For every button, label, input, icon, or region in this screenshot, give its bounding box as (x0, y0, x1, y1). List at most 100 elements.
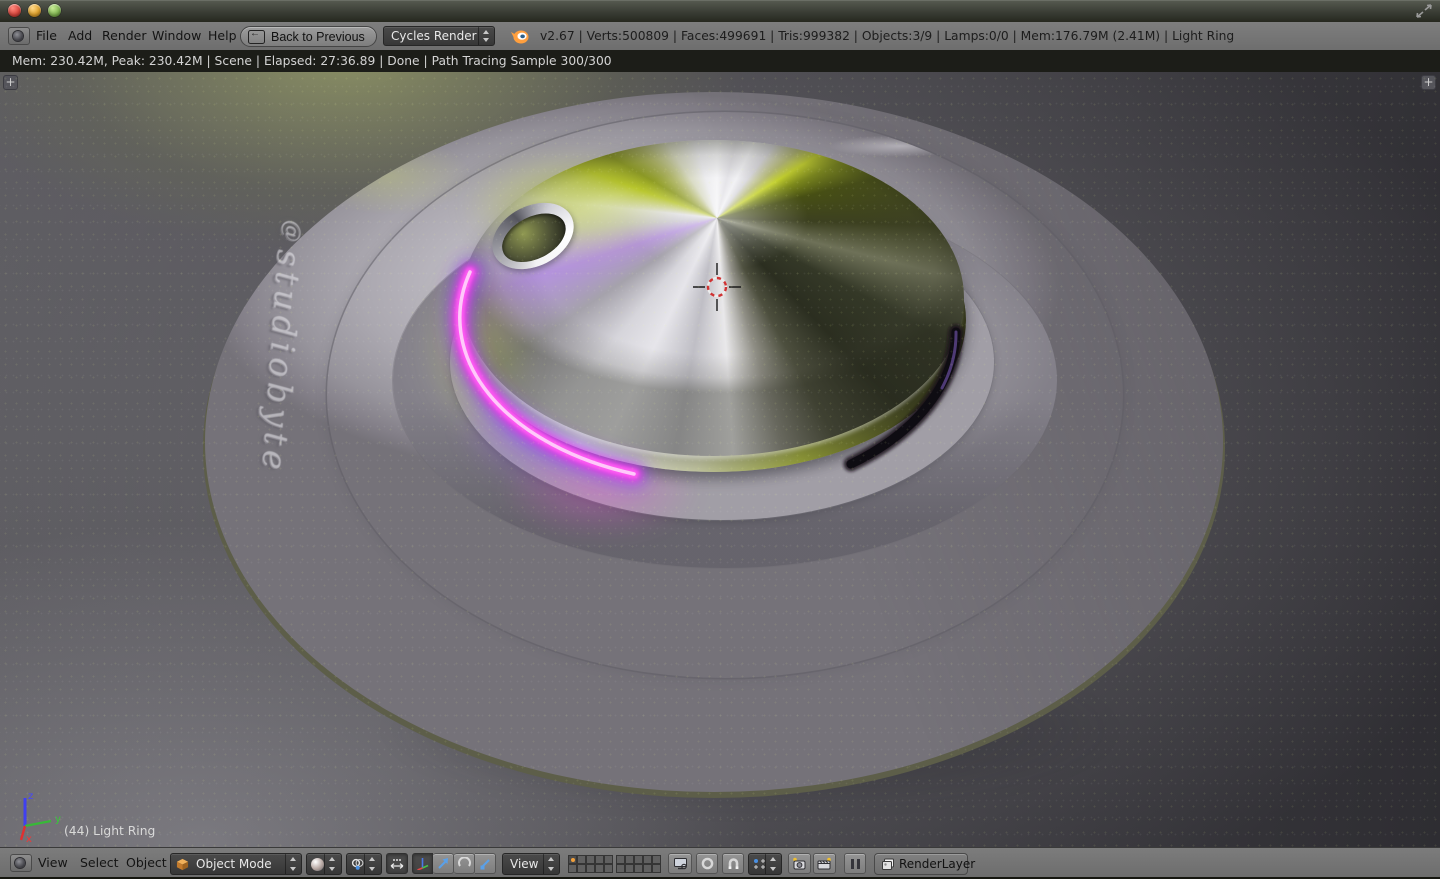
layer-cell[interactable] (634, 855, 643, 864)
orientation-value: View (503, 857, 543, 871)
minimize-window-button[interactable] (28, 4, 41, 17)
manipulator-toggle[interactable] (412, 853, 433, 874)
snap-element-select[interactable] (748, 853, 782, 875)
menu-help[interactable]: Help (208, 22, 237, 50)
close-window-button[interactable] (8, 4, 21, 17)
menu-window[interactable]: Window (152, 22, 201, 50)
region-expand-button-left[interactable]: + (3, 75, 18, 90)
viewport-editor-type-selector[interactable] (10, 854, 32, 872)
render-layer-select[interactable]: RenderLayer (874, 853, 968, 875)
active-object-label: (44) Light Ring (64, 824, 155, 838)
pivot-icon (351, 858, 364, 871)
render-status-bar: Mem: 230.42M, Peak: 230.42M | Scene | El… (0, 50, 1440, 72)
snap-element-icon (753, 858, 765, 870)
layer-cell[interactable] (625, 864, 634, 873)
clapperboard-icon (817, 857, 832, 870)
layer-cell[interactable] (604, 864, 613, 873)
translate-manipulator-button[interactable] (433, 853, 454, 874)
engine-select-arrows-icon (478, 27, 494, 45)
snap-element-arrows-icon (765, 854, 781, 874)
scale-arrow-icon (479, 857, 492, 870)
menu-file[interactable]: File (36, 22, 57, 50)
layer-cell[interactable] (604, 855, 613, 864)
layers-group-2 (616, 855, 661, 873)
layer-cell[interactable] (595, 855, 604, 864)
back-icon (248, 30, 265, 44)
proportional-circle-icon (701, 857, 714, 870)
snap-toggle[interactable] (722, 853, 744, 874)
render-layer-icon (881, 858, 895, 871)
layer-cell[interactable] (568, 864, 577, 873)
render-engine-value: Cycles Render (384, 29, 478, 43)
mode-select[interactable]: Object Mode (170, 853, 302, 875)
menu-add[interactable]: Add (68, 22, 92, 50)
back-to-previous-label: Back to Previous (271, 30, 365, 44)
viewport-header: View Select Object Object Mode (0, 847, 1440, 879)
layer-cell[interactable] (577, 864, 586, 873)
axis-x-label: x (26, 834, 32, 844)
object-mode-cube-icon (176, 858, 189, 871)
shading-sphere-icon (311, 858, 324, 871)
layer-cell[interactable] (586, 855, 595, 864)
zoom-window-button[interactable] (48, 4, 61, 17)
menu-select[interactable]: Select (80, 848, 119, 877)
render-pause-button[interactable] (844, 853, 866, 874)
axis-gizmo: z y x (10, 788, 66, 844)
center-points-icon (390, 858, 404, 870)
fullscreen-icon[interactable] (1414, 3, 1434, 19)
translate-arrow-icon (437, 857, 450, 870)
layer-cell[interactable] (643, 855, 652, 864)
layer-cell[interactable] (625, 855, 634, 864)
menu-render[interactable]: Render (102, 22, 147, 50)
orientation-arrows-icon (543, 854, 559, 874)
viewport-3d[interactable]: @studiobyte (0, 72, 1440, 847)
mode-select-arrows-icon (285, 854, 301, 874)
3dview-editor-icon (15, 858, 25, 868)
lock-to-scene-toggle[interactable] (668, 853, 692, 874)
render-status-text: Mem: 230.42M, Peak: 230.42M | Scene | El… (12, 54, 612, 68)
manipulate-center-points-toggle[interactable] (386, 853, 408, 874)
layer-cell[interactable] (577, 855, 586, 864)
mode-value: Object Mode (189, 857, 285, 871)
axis-tripod-icon (416, 857, 429, 870)
region-expand-button-right[interactable]: + (1421, 75, 1436, 90)
back-to-previous-button[interactable]: Back to Previous (240, 26, 377, 47)
layer-cell[interactable] (634, 864, 643, 873)
layer-cell[interactable] (652, 864, 661, 873)
brand-logo-glyph: @ (278, 220, 304, 244)
render-engine-select[interactable]: Cycles Render (383, 26, 495, 46)
menu-view[interactable]: View (38, 848, 68, 877)
proportional-edit-toggle[interactable] (696, 853, 718, 874)
transform-orientation-select[interactable]: View (502, 853, 560, 875)
info-header: File Add Render Window Help Back to Prev… (0, 22, 1440, 51)
info-editor-icon (13, 31, 23, 41)
window-titlebar[interactable] (0, 0, 1440, 22)
layer-cell[interactable] (652, 855, 661, 864)
menu-object[interactable]: Object (126, 848, 167, 877)
axis-y-label: y (55, 814, 61, 825)
layer-cell[interactable] (595, 864, 604, 873)
window-controls (8, 4, 61, 17)
camera-icon (792, 857, 807, 870)
rotate-manipulator-button[interactable] (454, 853, 475, 874)
opengl-render-animation-button[interactable] (813, 853, 836, 874)
scene-stats: v2.67 | Verts:500809 | Faces:499691 | Tr… (540, 22, 1234, 50)
layer-cell[interactable] (616, 864, 625, 873)
shading-arrows-icon (324, 854, 340, 874)
layer-cell-active[interactable] (568, 855, 577, 864)
pivot-point-select[interactable] (346, 853, 382, 875)
blender-window: File Add Render Window Help Back to Prev… (0, 0, 1440, 879)
layer-cell[interactable] (616, 855, 625, 864)
blender-logo-icon (510, 28, 529, 44)
layer-cell[interactable] (643, 864, 652, 873)
magnet-icon (727, 857, 740, 870)
pivot-arrows-icon (364, 854, 380, 874)
editor-type-selector[interactable] (8, 27, 30, 45)
rotate-arc-icon (458, 857, 471, 870)
opengl-render-still-button[interactable] (788, 853, 811, 874)
layers-group-1 (568, 855, 613, 873)
viewport-shading-select[interactable] (306, 853, 342, 875)
scale-manipulator-button[interactable] (475, 853, 496, 874)
axis-z-label: z (28, 791, 33, 802)
layer-cell[interactable] (586, 864, 595, 873)
